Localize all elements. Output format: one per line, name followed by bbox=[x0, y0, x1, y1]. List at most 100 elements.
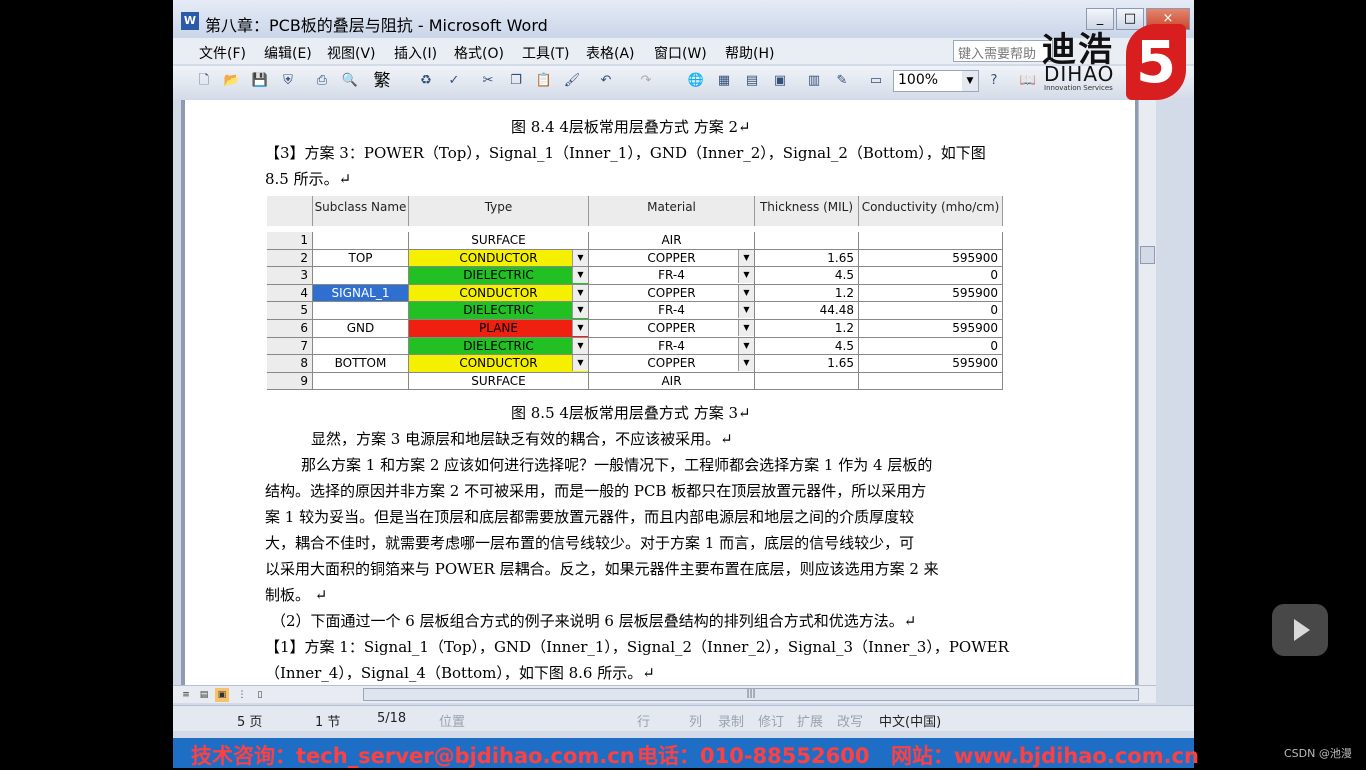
columns-icon[interactable]: ▥ bbox=[805, 72, 823, 90]
web-view-icon[interactable]: ▤ bbox=[197, 688, 211, 702]
chevron-down-icon[interactable]: ▼ bbox=[738, 337, 754, 354]
chevron-down-icon[interactable]: ▼ bbox=[738, 302, 754, 319]
chevron-down-icon[interactable]: ▼ bbox=[738, 249, 754, 266]
cell-thickness[interactable]: 1.65 bbox=[755, 355, 859, 373]
table-row[interactable]: 8 BOTTOM CONDUCTOR ▼ COPPER ▼ 1.65 595900 bbox=[267, 355, 1003, 373]
normal-view-icon[interactable]: ≡ bbox=[179, 688, 193, 702]
print-view-icon[interactable]: ▣ bbox=[215, 688, 229, 702]
menu-table[interactable]: 表格(A) bbox=[586, 43, 635, 63]
print-preview-icon[interactable]: 🔍 bbox=[341, 72, 359, 90]
chevron-down-icon[interactable]: ▼ bbox=[572, 267, 588, 284]
cell-material[interactable]: FR-4 ▼ bbox=[589, 267, 755, 285]
help-icon[interactable]: ? bbox=[985, 72, 1003, 90]
cell-name[interactable]: TOP bbox=[313, 249, 409, 268]
copy-icon[interactable]: ❐ bbox=[507, 72, 525, 90]
cell-name[interactable]: BOTTOM bbox=[313, 355, 409, 373]
cell-name[interactable] bbox=[313, 302, 409, 320]
cell-cond[interactable]: 595900 bbox=[859, 284, 1003, 303]
menu-file[interactable]: 文件(F) bbox=[199, 43, 246, 63]
cell-type[interactable]: SURFACE bbox=[409, 372, 589, 391]
table-row[interactable]: 1 SURFACE AIR bbox=[267, 232, 1003, 250]
redo-icon[interactable]: ↷ bbox=[637, 72, 655, 90]
cell-thickness[interactable]: 1.2 bbox=[755, 284, 859, 303]
cell-n[interactable]: 4 bbox=[267, 284, 313, 303]
chevron-down-icon[interactable]: ▼ bbox=[962, 71, 978, 91]
cell-n[interactable]: 6 bbox=[267, 320, 313, 338]
cell-cond[interactable] bbox=[859, 232, 1003, 250]
chevron-down-icon[interactable]: ▼ bbox=[572, 337, 588, 354]
table-row[interactable]: 5 DIELECTRIC ▼ FR-4 ▼ 44.48 0 bbox=[267, 302, 1003, 320]
chevron-down-icon[interactable]: ▼ bbox=[572, 249, 588, 266]
drawing-icon[interactable]: ✎ bbox=[833, 72, 851, 90]
chevron-down-icon[interactable]: ▼ bbox=[738, 355, 754, 372]
undo-icon[interactable]: ↶ bbox=[597, 72, 615, 90]
status-record[interactable]: 录制 bbox=[718, 711, 744, 730]
status-overtype[interactable]: 改写 bbox=[837, 711, 863, 730]
horizontal-scrollbar[interactable]: ≡ ▤ ▣ ⋮ ▯ ||| bbox=[173, 685, 1156, 703]
cell-thickness[interactable]: 44.48 bbox=[755, 302, 859, 320]
cell-type[interactable]: CONDUCTOR ▼ bbox=[409, 249, 589, 268]
cell-thickness[interactable]: 4.5 bbox=[755, 337, 859, 356]
menu-help[interactable]: 帮助(H) bbox=[725, 43, 774, 63]
insert-excel-icon[interactable]: ▣ bbox=[771, 72, 789, 90]
cell-n[interactable]: 3 bbox=[267, 267, 313, 285]
table-row[interactable]: 6 GND PLANE ▼ COPPER ▼ 1.2 595900 bbox=[267, 320, 1003, 338]
video-play-button[interactable] bbox=[1272, 604, 1328, 656]
cell-material[interactable]: COPPER ▼ bbox=[589, 320, 755, 338]
cut-icon[interactable]: ✂ bbox=[479, 72, 497, 90]
cell-cond[interactable]: 595900 bbox=[859, 320, 1003, 338]
new-document-icon[interactable]: 🗋 bbox=[195, 72, 213, 90]
menu-insert[interactable]: 插入(I) bbox=[394, 43, 437, 63]
chevron-down-icon[interactable]: ▼ bbox=[738, 267, 754, 284]
cell-type[interactable]: PLANE ▼ bbox=[409, 320, 589, 338]
cell-name[interactable]: GND bbox=[313, 320, 409, 338]
chevron-down-icon[interactable]: ▼ bbox=[738, 320, 754, 336]
tables-borders-icon[interactable]: ▦ bbox=[715, 72, 733, 90]
document-page[interactable]: 图 8.4 4层板常用层叠方式 方案 2↵ 【3】方案 3：POWER（Top）… bbox=[185, 100, 1135, 685]
reading-view-icon[interactable]: ▯ bbox=[253, 688, 267, 702]
hyperlink-icon[interactable]: 🌐 bbox=[687, 72, 705, 90]
cell-type[interactable]: DIELECTRIC ▼ bbox=[409, 267, 589, 285]
chevron-down-icon[interactable]: ▼ bbox=[572, 302, 588, 319]
chevron-down-icon[interactable]: ▼ bbox=[572, 284, 588, 301]
menu-edit[interactable]: 编辑(E) bbox=[264, 43, 312, 63]
cell-material[interactable]: COPPER ▼ bbox=[589, 284, 755, 303]
print-icon[interactable]: ⎙ bbox=[313, 72, 331, 90]
traditional-chinese-button[interactable]: 繁 bbox=[373, 72, 391, 90]
cell-type[interactable]: CONDUCTOR ▼ bbox=[409, 355, 589, 373]
cell-material[interactable]: COPPER ▼ bbox=[589, 355, 755, 373]
cell-n[interactable]: 7 bbox=[267, 337, 313, 356]
cell-thickness[interactable]: 1.2 bbox=[755, 320, 859, 338]
cell-material[interactable]: AIR bbox=[589, 232, 755, 250]
cell-n[interactable]: 2 bbox=[267, 249, 313, 268]
cell-thickness[interactable]: 4.5 bbox=[755, 267, 859, 285]
cell-cond[interactable]: 595900 bbox=[859, 249, 1003, 268]
menu-window[interactable]: 窗口(W) bbox=[654, 43, 707, 63]
cell-type[interactable]: DIELECTRIC ▼ bbox=[409, 337, 589, 356]
horizontal-scroll-thumb[interactable]: ||| bbox=[363, 688, 1139, 701]
cell-name[interactable] bbox=[313, 372, 409, 391]
table-row[interactable]: 4 SIGNAL_1 CONDUCTOR ▼ COPPER ▼ 1.2 595900 bbox=[267, 284, 1003, 303]
cell-cond[interactable]: 595900 bbox=[859, 355, 1003, 373]
cell-n[interactable]: 9 bbox=[267, 372, 313, 391]
chevron-down-icon[interactable]: ▼ bbox=[572, 355, 588, 372]
cell-type[interactable]: CONDUCTOR ▼ bbox=[409, 284, 589, 303]
table-row[interactable]: 2 TOP CONDUCTOR ▼ COPPER ▼ 1.65 595900 bbox=[267, 249, 1003, 268]
chevron-down-icon[interactable]: ▼ bbox=[572, 320, 588, 336]
cell-cond[interactable]: 0 bbox=[859, 267, 1003, 285]
menu-format[interactable]: 格式(O) bbox=[454, 43, 504, 63]
save-icon[interactable]: 💾 bbox=[251, 72, 269, 90]
cell-material[interactable]: FR-4 ▼ bbox=[589, 302, 755, 320]
spelling-icon[interactable]: ✓ bbox=[445, 72, 463, 90]
table-row[interactable]: 3 DIELECTRIC ▼ FR-4 ▼ 4.5 0 bbox=[267, 267, 1003, 285]
cell-material[interactable]: AIR bbox=[589, 372, 755, 391]
menu-tools[interactable]: 工具(T) bbox=[522, 43, 569, 63]
cell-cond[interactable] bbox=[859, 372, 1003, 391]
table-row[interactable]: 7 DIELECTRIC ▼ FR-4 ▼ 4.5 0 bbox=[267, 337, 1003, 356]
cell-material[interactable]: FR-4 ▼ bbox=[589, 337, 755, 356]
cell-type[interactable]: SURFACE bbox=[409, 232, 589, 250]
cell-thickness[interactable] bbox=[755, 232, 859, 250]
status-extend[interactable]: 扩展 bbox=[797, 711, 823, 730]
cell-thickness[interactable]: 1.65 bbox=[755, 249, 859, 268]
read-icon[interactable]: 📖 bbox=[1019, 72, 1037, 90]
